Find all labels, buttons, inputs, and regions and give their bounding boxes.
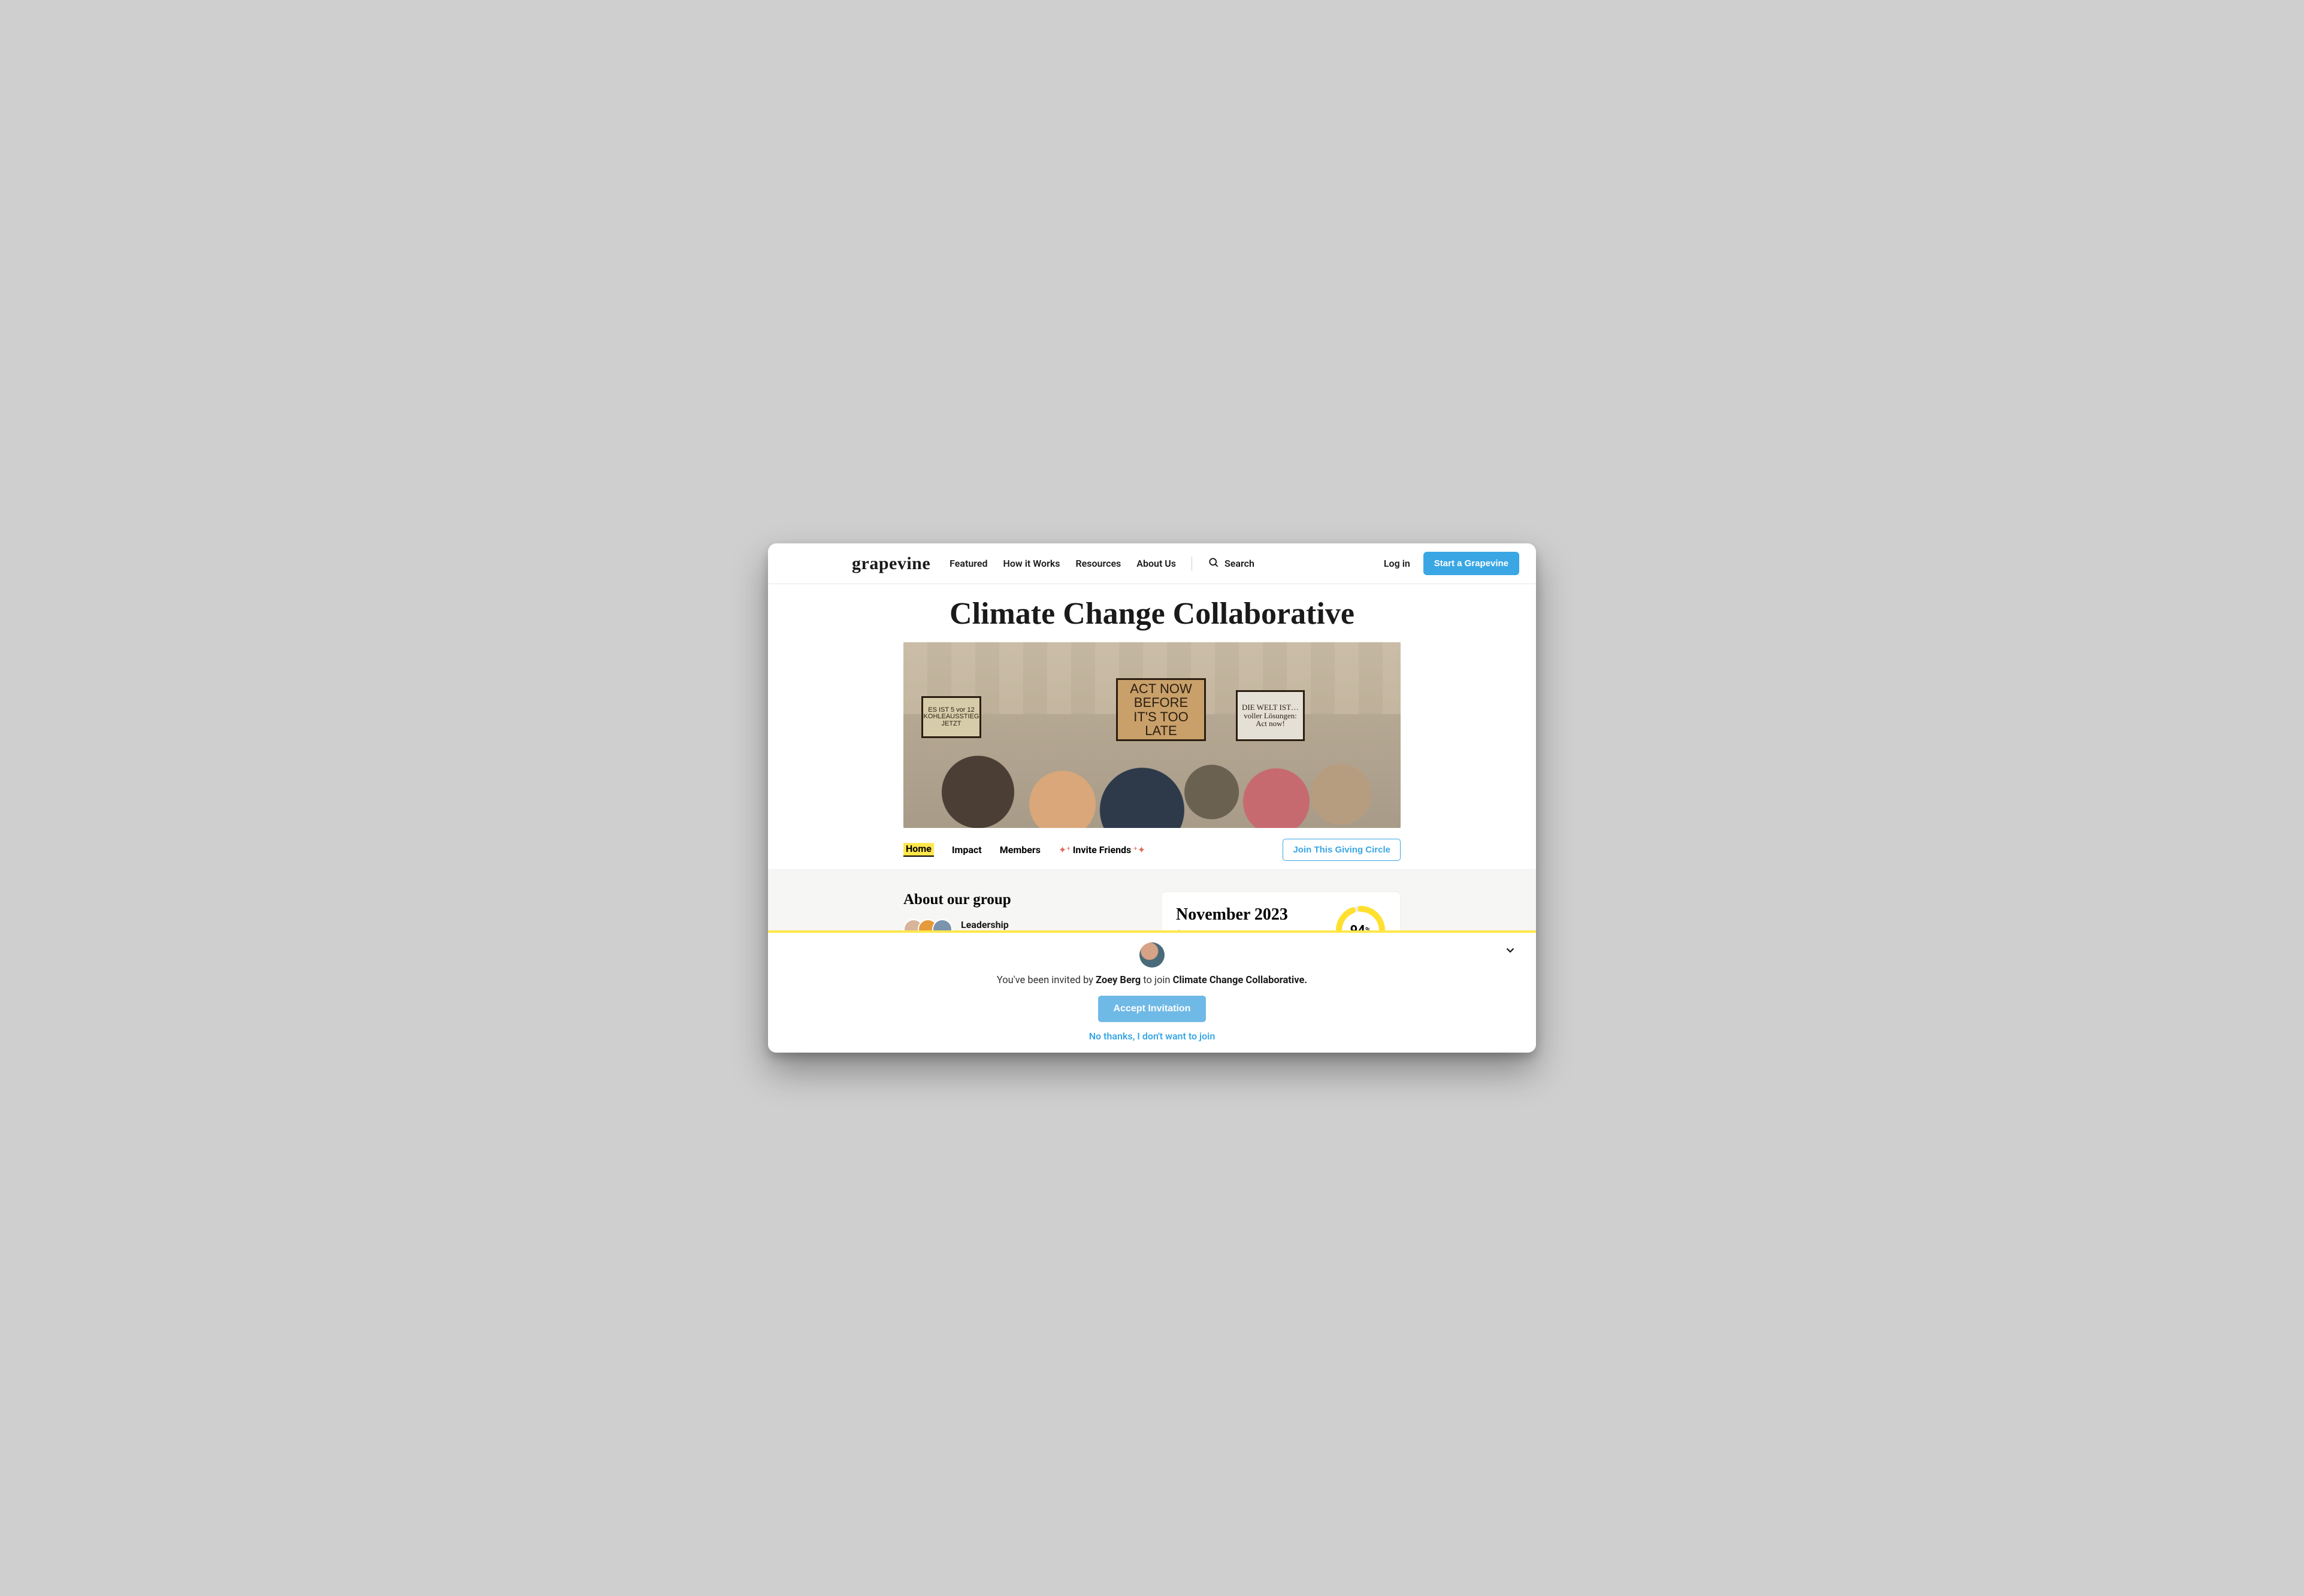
top-nav: grapevine Featured How it Works Resource… (768, 543, 1536, 584)
tab-members[interactable]: Members (1000, 844, 1041, 856)
invited-circle-name: Climate Change Collaborative. (1173, 975, 1308, 986)
leadership-label: Leadership (961, 919, 1141, 930)
decline-invitation-link[interactable]: No thanks, I don't want to join (768, 1030, 1536, 1042)
chevron-down-icon (1504, 948, 1517, 959)
tab-invite-friends[interactable]: ✦⁺ Invite Friends ⁺✦ (1059, 844, 1145, 856)
invitation-banner: You've been invited by Zoey Berg to join… (768, 930, 1536, 1053)
join-circle-button[interactable]: Join This Giving Circle (1283, 839, 1401, 861)
hero-sign-main: ACT NOW BEFORE IT'S TOO LATE (1116, 678, 1206, 741)
invitation-text: You've been invited by Zoey Berg to join… (768, 975, 1536, 986)
collapse-banner-button[interactable] (1504, 944, 1517, 959)
nav-resources[interactable]: Resources (1076, 558, 1121, 569)
inviter-name: Zoey Berg (1096, 975, 1141, 986)
page-title: Climate Change Collaborative (903, 596, 1401, 631)
app-window: grapevine Featured How it Works Resource… (768, 543, 1536, 1053)
tab-home[interactable]: Home (903, 843, 934, 857)
hero-image: ACT NOW BEFORE IT'S TOO LATE DIE WELT IS… (903, 642, 1401, 828)
stats-period: November 2023 (1176, 905, 1323, 924)
nav-about-us[interactable]: About Us (1136, 558, 1176, 569)
nav-how-it-works[interactable]: How it Works (1003, 558, 1060, 569)
hero-sign-left: ES IST 5 vor 12 KOHLEAUSSTIEG JETZT (921, 696, 981, 738)
nav-right: Log in Start a Grapevine (1384, 552, 1519, 575)
nav-featured[interactable]: Featured (950, 558, 987, 569)
tab-impact[interactable]: Impact (952, 844, 982, 856)
brand-logo[interactable]: grapevine (852, 554, 930, 574)
inviter-avatar (1139, 942, 1165, 968)
sparkle-icon: ⁺✦ (1133, 844, 1145, 856)
login-link[interactable]: Log in (1384, 558, 1410, 569)
accept-invitation-button[interactable]: Accept Invitation (1098, 996, 1207, 1022)
about-heading: About our group (903, 891, 1141, 908)
page-subnav: Home Impact Members ✦⁺ Invite Friends ⁺✦… (903, 828, 1401, 869)
start-grapevine-button[interactable]: Start a Grapevine (1423, 552, 1519, 575)
tab-invite-label: Invite Friends (1073, 844, 1132, 856)
search-label: Search (1224, 558, 1254, 569)
hero-sign-right: DIE WELT IST… voller Lösungen: Act now! (1236, 690, 1305, 741)
page-body: Climate Change Collaborative ACT NOW BEF… (768, 584, 1536, 1053)
search-icon (1208, 557, 1220, 571)
nav-search[interactable]: Search (1208, 557, 1254, 571)
sparkle-icon: ✦⁺ (1059, 844, 1071, 856)
